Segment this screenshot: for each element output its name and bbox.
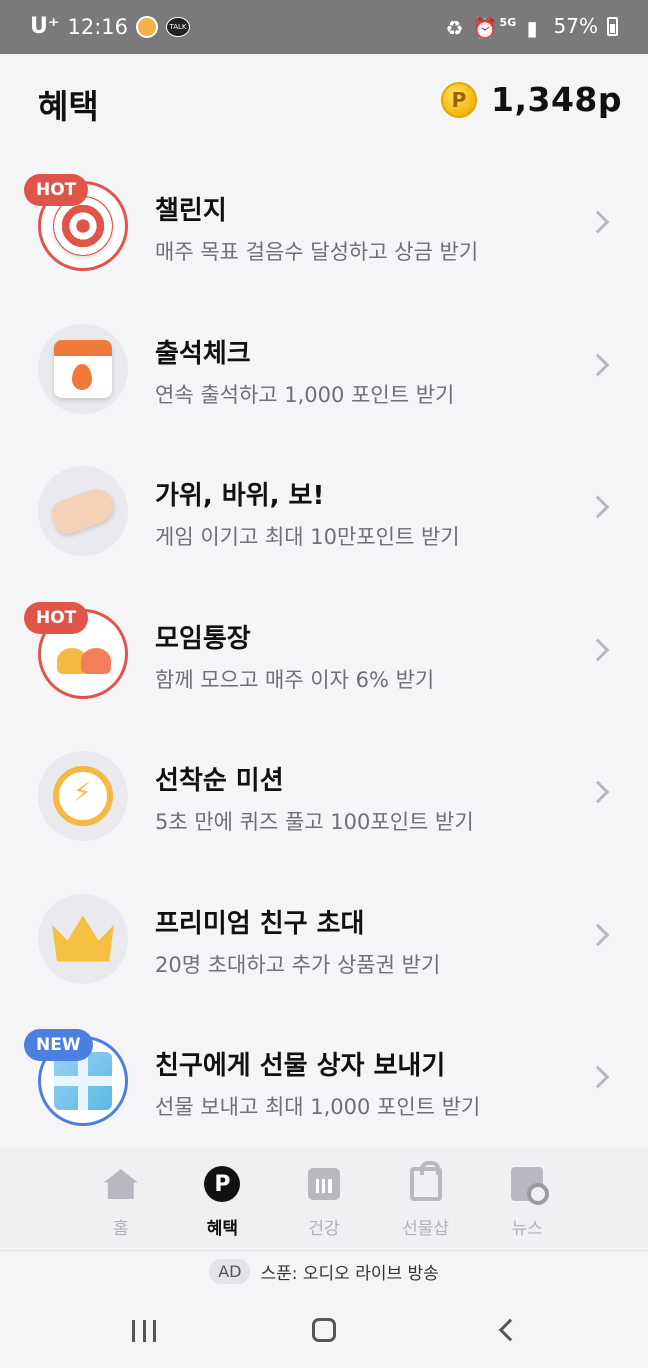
status-right: ♻ ⏰ 5G ▮ 57% bbox=[445, 14, 618, 40]
page-title: 혜택 bbox=[38, 87, 99, 126]
bottom-nav: 홈 P 혜택 건강 선물샵 뉴스 bbox=[0, 1148, 648, 1248]
alarm-clock-icon bbox=[38, 751, 128, 841]
item-title: 선착순 미션 bbox=[155, 766, 284, 796]
recent-apps-icon[interactable] bbox=[132, 1320, 156, 1342]
chevron-right-icon bbox=[586, 210, 610, 234]
benefit-item-premium-invite[interactable]: 프리미엄 친구 초대 20명 초대하고 추가 상품권 받기 bbox=[0, 867, 648, 1010]
nav-gift-shop[interactable]: 선물샵 bbox=[381, 1148, 471, 1248]
kakao-notification-icon bbox=[136, 15, 159, 38]
network-5g-icon: 5G bbox=[499, 16, 517, 29]
alarm-icon: ⏰ bbox=[472, 16, 498, 40]
nav-news[interactable]: 뉴스 bbox=[482, 1148, 572, 1248]
nav-benefits[interactable]: P 혜택 bbox=[177, 1148, 267, 1248]
item-title: 가위, 바위, 보! bbox=[155, 481, 325, 511]
home-icon bbox=[103, 1166, 139, 1202]
points-icon: P bbox=[204, 1166, 241, 1202]
nav-label: 혜택 bbox=[206, 1219, 239, 1239]
item-title: 출석체크 bbox=[155, 338, 251, 369]
nav-home[interactable]: 홈 bbox=[76, 1148, 166, 1248]
hand-icon bbox=[38, 466, 128, 556]
points-value: 1,348p bbox=[490, 80, 622, 119]
carrier-label: U⁺ bbox=[30, 14, 60, 39]
battery-saver-icon: ♻ bbox=[445, 16, 464, 40]
item-title: 프리미엄 친구 초대 bbox=[155, 908, 365, 939]
hot-badge: HOT bbox=[24, 601, 89, 634]
news-icon bbox=[509, 1166, 550, 1205]
chart-icon bbox=[306, 1166, 342, 1202]
chevron-right-icon bbox=[586, 495, 610, 519]
coin-icon: P bbox=[440, 81, 477, 118]
item-title: 챌린지 bbox=[155, 196, 227, 226]
hot-badge: HOT bbox=[24, 174, 89, 206]
ad-banner[interactable]: AD 스푼: 오디오 라이브 방송 bbox=[0, 1250, 648, 1292]
item-title: 친구에게 선물 상자 보내기 bbox=[155, 1051, 446, 1081]
header: 혜택 P 1,348p bbox=[0, 54, 648, 148]
nav-label: 뉴스 bbox=[511, 1219, 543, 1239]
benefit-item-first-come-mission[interactable]: 선착순 미션 5초 만에 퀴즈 풀고 100포인트 받기 bbox=[0, 724, 648, 867]
nav-health[interactable]: 건강 bbox=[279, 1148, 369, 1248]
chevron-right-icon bbox=[586, 353, 610, 376]
chevron-right-icon bbox=[586, 638, 610, 661]
shopping-bag-icon bbox=[408, 1161, 444, 1202]
clock-time: 12:16 bbox=[67, 14, 129, 39]
nav-label: 선물샵 bbox=[402, 1219, 450, 1239]
item-subtitle: 게임 이기고 최대 10만포인트 받기 bbox=[155, 525, 460, 549]
nav-label: 건강 bbox=[308, 1219, 340, 1239]
item-subtitle: 매주 목표 걸음수 달성하고 상금 받기 bbox=[155, 240, 479, 264]
back-icon[interactable] bbox=[498, 1318, 522, 1342]
ad-text: 스푼: 오디오 라이브 방송 bbox=[260, 1264, 439, 1284]
system-nav-bar bbox=[0, 1292, 648, 1368]
benefit-item-rock-paper-scissors[interactable]: 가위, 바위, 보! 게임 이기고 최대 10만포인트 받기 bbox=[0, 439, 648, 582]
battery-percent: 57% bbox=[553, 14, 598, 38]
chevron-right-icon bbox=[586, 923, 610, 946]
item-subtitle: 20명 초대하고 추가 상품권 받기 bbox=[155, 952, 441, 977]
benefit-item-gift-box[interactable]: NEW 친구에게 선물 상자 보내기 선물 보내고 최대 1,000 포인트 받… bbox=[0, 1009, 648, 1152]
nav-label: 홈 bbox=[112, 1219, 129, 1239]
benefit-item-group-account[interactable]: HOT 모임통장 함께 모으고 매주 이자 6% 받기 bbox=[0, 582, 648, 725]
calendar-icon bbox=[38, 323, 128, 414]
battery-icon bbox=[607, 16, 618, 36]
item-subtitle: 선물 보내고 최대 1,000 포인트 받기 bbox=[155, 1095, 481, 1119]
item-subtitle: 5초 만에 퀴즈 풀고 100포인트 받기 bbox=[155, 810, 474, 834]
new-badge: NEW bbox=[24, 1029, 93, 1061]
chevron-right-icon bbox=[586, 1065, 610, 1089]
ad-tag: AD bbox=[209, 1259, 251, 1284]
item-title: 모임통장 bbox=[155, 623, 251, 654]
benefit-item-challenge[interactable]: HOT 챌린지 매주 목표 걸음수 달성하고 상금 받기 bbox=[0, 154, 648, 297]
status-left: U⁺ 12:16 TALK bbox=[30, 14, 191, 39]
points-balance[interactable]: P 1,348p bbox=[440, 80, 622, 119]
chevron-right-icon bbox=[586, 780, 610, 804]
benefit-list: HOT 챌린지 매주 목표 걸음수 달성하고 상금 받기 출석체크 연속 출석하… bbox=[0, 154, 648, 1152]
signal-icon: ▮ bbox=[526, 16, 538, 40]
status-bar: U⁺ 12:16 TALK ♻ ⏰ 5G ▮ 57% bbox=[0, 0, 648, 54]
item-subtitle: 함께 모으고 매주 이자 6% 받기 bbox=[155, 667, 435, 692]
home-button-icon[interactable] bbox=[312, 1318, 336, 1342]
benefit-item-attendance[interactable]: 출석체크 연속 출석하고 1,000 포인트 받기 bbox=[0, 297, 648, 440]
talk-notification-icon: TALK bbox=[166, 16, 191, 37]
item-subtitle: 연속 출석하고 1,000 포인트 받기 bbox=[155, 382, 455, 407]
crown-icon bbox=[38, 893, 128, 984]
